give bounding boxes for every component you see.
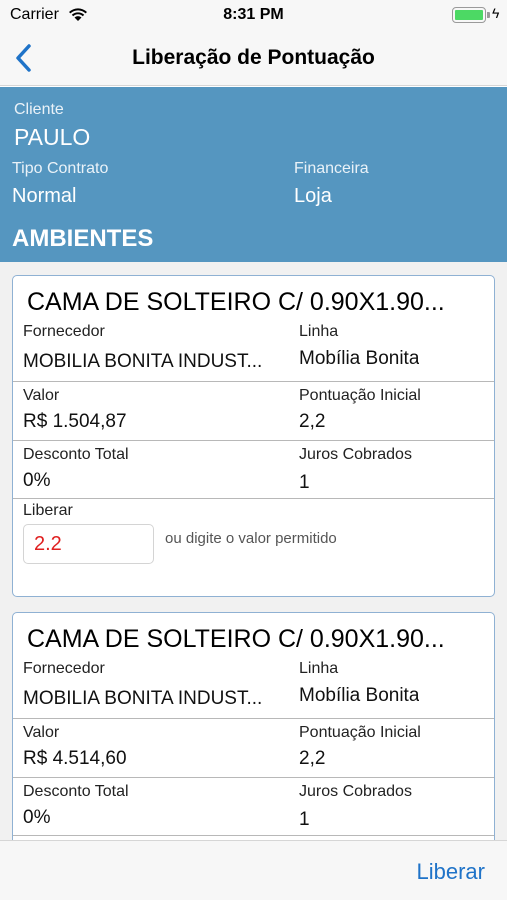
financeira-label: Financeira <box>294 160 369 177</box>
ambientes-list[interactable]: CAMA DE SOLTEIRO C/ 0.90X1.90... Fornece… <box>0 262 507 840</box>
row-divider <box>13 381 494 382</box>
desconto-total-value: 0% <box>23 470 51 491</box>
bottom-toolbar: Liberar <box>0 840 507 900</box>
battery-tip <box>487 12 490 18</box>
financeira-value: Loja <box>294 185 332 207</box>
clock: 8:31 PM <box>223 6 284 23</box>
navigation-bar: Liberação de Pontuação <box>0 30 507 86</box>
fornecedor-label: Fornecedor <box>23 660 105 677</box>
desconto-total-label: Desconto Total <box>23 446 129 463</box>
pontuacao-inicial-label: Pontuação Inicial <box>299 387 421 404</box>
linha-value: Mobília Bonita <box>299 348 420 369</box>
valor-label: Valor <box>23 387 60 404</box>
tipo-contrato-value: Normal <box>12 185 77 207</box>
page-title: Liberação de Pontuação <box>132 46 375 69</box>
liberar-label: Liberar <box>23 502 73 519</box>
ambiente-title: CAMA DE SOLTEIRO C/ 0.90X1.90... <box>27 288 445 316</box>
row-divider <box>13 718 494 719</box>
valor-value: R$ 1.504,87 <box>23 411 127 432</box>
row-divider <box>13 498 494 499</box>
pontuacao-inicial-label: Pontuação Inicial <box>299 724 421 741</box>
desconto-total-label: Desconto Total <box>23 783 129 800</box>
linha-value: Mobília Bonita <box>299 685 420 706</box>
desconto-total-value: 0% <box>23 807 51 828</box>
ambiente-card: CAMA DE SOLTEIRO C/ 0.90X1.90... Fornece… <box>12 275 495 597</box>
ambiente-title: CAMA DE SOLTEIRO C/ 0.90X1.90... <box>27 625 445 653</box>
linha-label: Linha <box>299 660 339 677</box>
juros-cobrados-value: 1 <box>299 472 310 493</box>
section-title-ambientes: AMBIENTES <box>12 225 154 252</box>
valor-label: Valor <box>23 724 60 741</box>
liberar-hint: ou digite o valor permitido <box>165 530 337 547</box>
cliente-value: PAULO <box>14 124 91 150</box>
juros-cobrados-value: 1 <box>299 809 310 830</box>
liberar-button[interactable]: Liberar <box>417 859 485 885</box>
status-bar: Carrier 8:31 PM ϟ <box>0 0 507 30</box>
contract-header: Cliente PAULO Tipo Contrato Normal Finan… <box>0 87 507 262</box>
linha-label: Linha <box>299 323 339 340</box>
row-divider <box>13 777 494 778</box>
fornecedor-value: MOBILIA BONITA INDUST... <box>23 688 263 709</box>
tipo-contrato-label: Tipo Contrato <box>12 160 109 177</box>
row-divider <box>13 440 494 441</box>
row-divider <box>13 835 494 836</box>
liberar-input[interactable]: 2.2 <box>23 524 154 564</box>
pontuacao-inicial-value: 2,2 <box>299 748 326 769</box>
fornecedor-label: Fornecedor <box>23 323 105 340</box>
fornecedor-value: MOBILIA BONITA INDUST... <box>23 351 263 372</box>
pontuacao-inicial-value: 2,2 <box>299 411 326 432</box>
battery-icon <box>452 7 486 23</box>
ambiente-card: CAMA DE SOLTEIRO C/ 0.90X1.90... Fornece… <box>12 612 495 840</box>
juros-cobrados-label: Juros Cobrados <box>299 783 412 800</box>
cliente-label: Cliente <box>14 101 64 118</box>
valor-value: R$ 4.514,60 <box>23 748 127 769</box>
juros-cobrados-label: Juros Cobrados <box>299 446 412 463</box>
charging-bolt-icon: ϟ <box>492 5 500 21</box>
